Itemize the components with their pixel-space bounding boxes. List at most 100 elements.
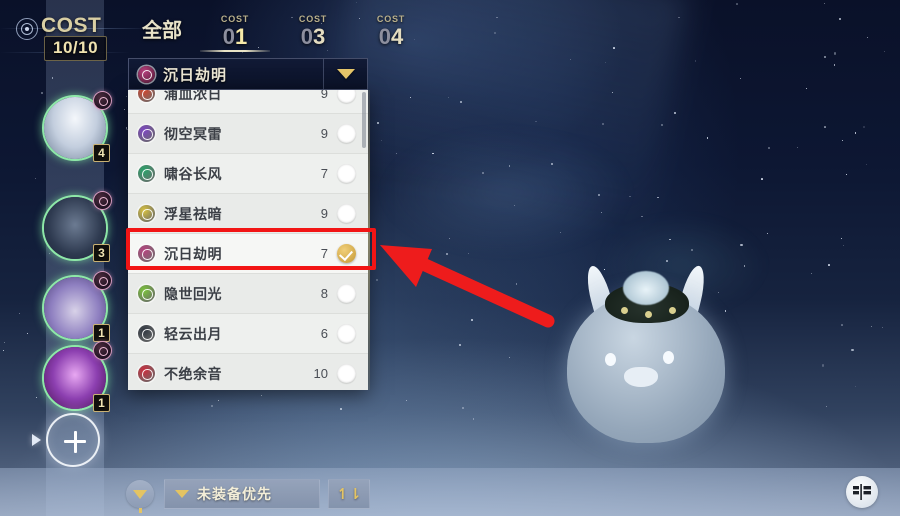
character-card[interactable]: 3: [42, 191, 112, 262]
character-cost-badge: 3: [93, 244, 110, 262]
echo-set-icon: [138, 165, 155, 182]
set-list-item[interactable]: 不绝余音 10: [128, 354, 368, 390]
set-list-item[interactable]: 轻云出月 6: [128, 314, 368, 354]
tab-cost-number: 04: [378, 24, 404, 49]
set-icon-slot: [138, 285, 164, 302]
character-card[interactable]: 1: [42, 341, 112, 412]
tab-cost-label: COST: [376, 14, 406, 24]
set-item-name: 轻云出月: [164, 325, 222, 342]
set-item-count: 9: [320, 126, 328, 141]
set-item-count: 9: [320, 90, 328, 101]
set-icon-slot: [138, 205, 164, 222]
sort-dropdown[interactable]: 未装备优先: [164, 479, 320, 509]
sort-dropdown-label: 未装备优先: [197, 486, 272, 502]
tab-cost-01[interactable]: COST 01: [196, 10, 274, 52]
character-cost-badge: 4: [93, 144, 110, 162]
set-item-radio[interactable]: [337, 164, 356, 183]
echo-set-icon: [138, 205, 155, 222]
echo-set-icon: [138, 90, 155, 102]
dropdown-toggle[interactable]: [323, 59, 367, 89]
set-item-radio[interactable]: [337, 204, 356, 223]
tab-cost-number: 03: [300, 24, 326, 49]
set-item-count: 7: [320, 166, 328, 181]
cost-value-box: 10/10: [44, 36, 108, 61]
chevron-down-icon: [336, 69, 355, 79]
set-item-radio[interactable]: [337, 324, 356, 343]
mascot-muzzle: [624, 367, 658, 387]
tab-active-underline: [200, 50, 270, 52]
set-item-checked-icon[interactable]: [337, 244, 356, 263]
set-list-item[interactable]: 浦血浓日 9: [128, 90, 368, 114]
game-screen: COST 10/10 4311 全部 COST 01 COST 03 COST 04 沉日劫…: [0, 0, 900, 516]
mascot-ornament: [645, 311, 652, 318]
element-badge-icon: [93, 271, 112, 290]
annotation-arrow-icon: [380, 245, 555, 328]
cost-value: 10/10: [53, 38, 99, 57]
set-icon-slot: [138, 125, 164, 142]
set-dropdown-selected-label: 沉日劫明: [163, 66, 228, 84]
mascot-eye-left: [605, 353, 616, 366]
set-item-radio[interactable]: [337, 284, 356, 303]
set-dropdown-list[interactable]: 浦血浓日 9 彻空冥雷 9 啸谷长风 7 浮星祛暗 9 沉日劫明 7 隐世回光 8 轻云出月 6 不绝余音 1…: [128, 90, 368, 390]
set-list-item[interactable]: 彻空冥雷 9: [128, 114, 368, 154]
set-list-item[interactable]: 浮星祛暗 9: [128, 194, 368, 234]
set-item-count: 9: [320, 206, 328, 221]
mascot-eye-right: [663, 351, 674, 364]
set-item-count: 10: [313, 366, 328, 381]
set-item-count: 7: [320, 246, 328, 261]
sort-order-button[interactable]: ↿⇂: [328, 479, 370, 509]
character-cost-badge: 1: [93, 324, 110, 342]
list-scrollbar[interactable]: [362, 92, 366, 148]
set-item-radio[interactable]: [337, 124, 356, 143]
echo-set-icon: [138, 365, 155, 382]
echo-set-icon: [138, 245, 155, 262]
cost-label: COST: [41, 14, 102, 37]
element-badge-icon: [93, 91, 112, 110]
layout-toggle-button[interactable]: [846, 476, 878, 508]
add-button[interactable]: [46, 413, 100, 467]
tab-cost-03[interactable]: COST 03: [274, 10, 352, 52]
mascot-ornament: [621, 307, 628, 314]
set-item-name: 沉日劫明: [164, 245, 222, 262]
tab-all[interactable]: 全部: [128, 10, 196, 52]
set-item-radio[interactable]: [337, 90, 356, 103]
set-item-radio[interactable]: [337, 364, 356, 383]
set-item-name: 浮星祛暗: [164, 205, 222, 222]
filter-button[interactable]: [126, 480, 154, 513]
set-list-item[interactable]: 沉日劫明 7: [128, 234, 368, 274]
set-item-name: 彻空冥雷: [164, 125, 222, 142]
echo-set-icon: [137, 65, 155, 83]
set-item-count: 6: [320, 326, 328, 341]
set-icon-slot: [138, 90, 164, 102]
character-cost-badge: 1: [93, 394, 110, 412]
tab-cost-label: COST: [220, 14, 250, 24]
character-card[interactable]: 1: [42, 271, 112, 342]
set-icon-slot: [129, 65, 163, 83]
set-item-count: 8: [320, 286, 328, 301]
character-card[interactable]: 4: [42, 91, 112, 162]
set-icon-slot: [138, 325, 164, 342]
set-item-name: 浦血浓日: [164, 90, 222, 102]
funnel-icon: [133, 489, 147, 513]
triangle-right-icon: [32, 434, 41, 446]
echo-set-icon: [138, 125, 155, 142]
mascot-headpiece: [623, 271, 669, 305]
echo-set-icon: [138, 325, 155, 342]
sort-order-icon: ↿⇂: [336, 485, 362, 503]
cost-indicator: COST 10/10: [16, 10, 136, 61]
set-item-name: 不绝余音: [164, 365, 222, 382]
tab-cost-04[interactable]: COST 04: [352, 10, 430, 52]
tab-cost-label: COST: [298, 14, 328, 24]
set-icon-slot: [138, 165, 164, 182]
set-icon-slot: [138, 365, 164, 382]
echo-set-icon: [138, 285, 155, 302]
set-list-item[interactable]: 隐世回光 8: [128, 274, 368, 314]
chevron-down-icon: [175, 490, 189, 498]
mascot-ornament: [669, 307, 676, 314]
set-dropdown-header[interactable]: 沉日劫明: [128, 58, 368, 90]
set-list-item[interactable]: 啸谷长风 7: [128, 154, 368, 194]
cost-ring-icon: [16, 18, 38, 40]
mascot-creature: [545, 255, 745, 445]
cost-filter-tabs: 全部 COST 01 COST 03 COST 04: [128, 10, 430, 52]
add-character-area: [32, 413, 106, 467]
